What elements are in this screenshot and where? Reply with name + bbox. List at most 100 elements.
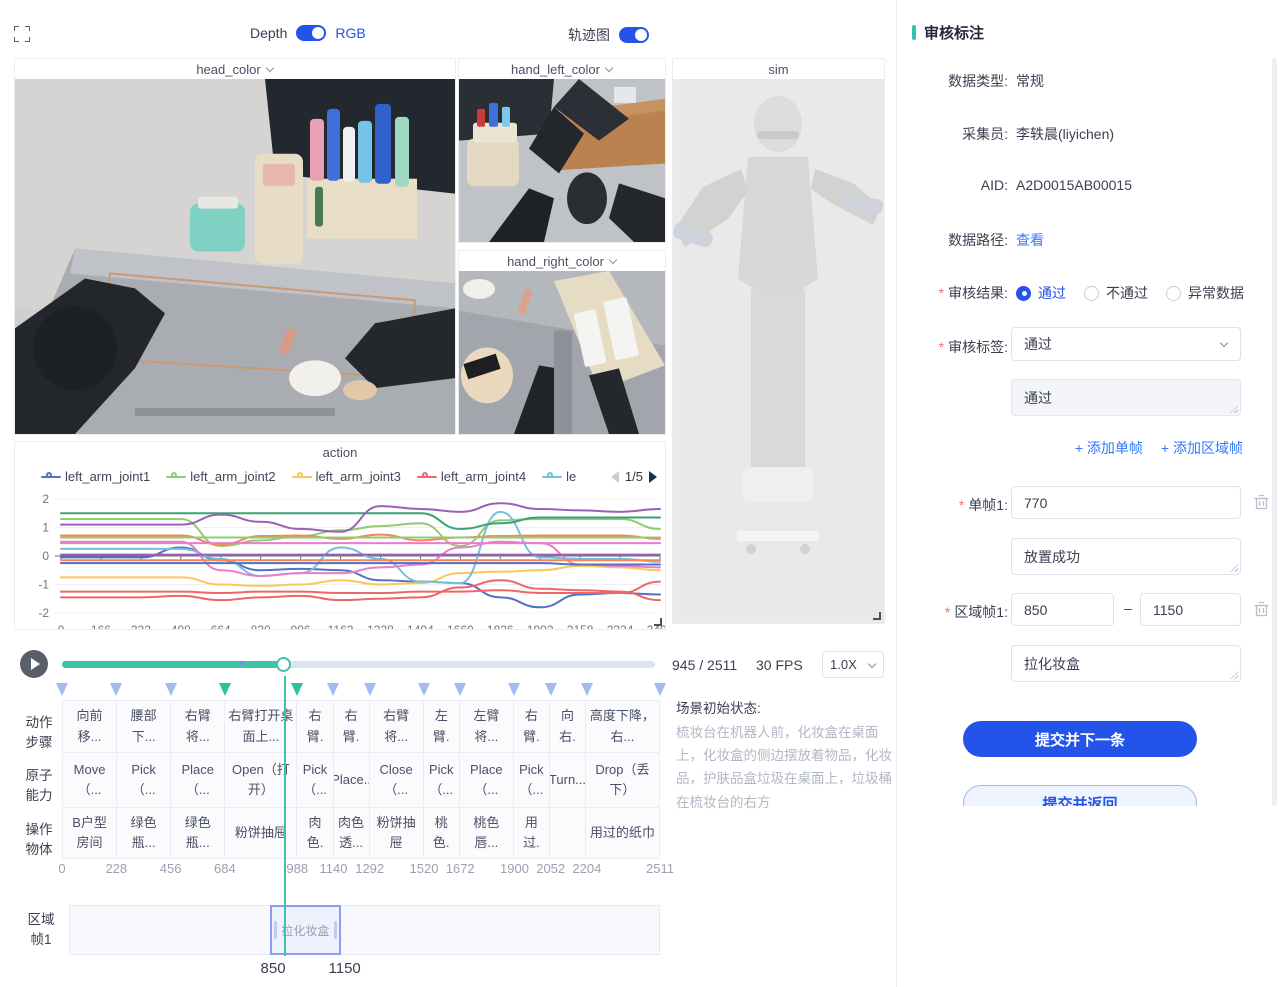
timeline-marker-684[interactable]: [219, 683, 231, 696]
legend-item-left_arm_joint1[interactable]: left_arm_joint1: [41, 469, 150, 484]
step-cell[interactable]: B户型房间: [63, 808, 117, 858]
data-path-view-link[interactable]: 查看: [1016, 230, 1044, 250]
single-frame-desc[interactable]: 放置成功: [1011, 538, 1241, 575]
axis-tick-label: 1520: [410, 861, 439, 876]
step-cell[interactable]: 粉饼抽屉: [225, 808, 297, 858]
timeline-marker-1520[interactable]: [418, 683, 430, 696]
trajectory-switch[interactable]: [619, 27, 649, 43]
play-button[interactable]: [20, 650, 48, 678]
step-cell[interactable]: Pick（...: [297, 753, 333, 807]
step-cell[interactable]: 高度下降，右...: [586, 701, 659, 752]
depth-rgb-switch[interactable]: [296, 25, 326, 41]
segment-right-handle[interactable]: [334, 921, 337, 939]
timeline-marker-2052[interactable]: [545, 683, 557, 696]
sim-resize-handle[interactable]: [873, 612, 881, 620]
legend-next-icon[interactable]: [649, 471, 657, 483]
step-cell[interactable]: Open（打开）: [225, 753, 297, 807]
region-segment[interactable]: 拉化妆盒: [270, 905, 341, 955]
playback-slider[interactable]: [62, 661, 655, 668]
step-cell[interactable]: 右臂.: [297, 701, 333, 752]
radio-abnormal[interactable]: 异常数据: [1166, 283, 1244, 303]
radio-fail[interactable]: 不通过: [1084, 283, 1148, 303]
region-frame-desc[interactable]: 拉化妆盒: [1011, 645, 1241, 682]
step-cell[interactable]: 向前移...: [63, 701, 117, 752]
step-cell[interactable]: Pick（...: [514, 753, 550, 807]
hand-left-camera-selector[interactable]: hand_left_color: [459, 59, 665, 79]
timeline-marker-988[interactable]: [291, 683, 303, 696]
legend-item-left_arm_joint3[interactable]: left_arm_joint3: [292, 469, 401, 484]
timeline-marker-228[interactable]: [110, 683, 122, 696]
step-cell[interactable]: Move（...: [63, 753, 117, 807]
speed-select[interactable]: 1.0X: [822, 651, 884, 678]
step-cell[interactable]: 左臂.: [424, 701, 460, 752]
add-single-frame-link[interactable]: + 添加单帧: [1075, 438, 1143, 458]
submit-next-button[interactable]: 提交并下一条: [963, 721, 1197, 757]
step-cell[interactable]: 肉色透...: [334, 808, 370, 858]
keyframe-dot[interactable]: [240, 661, 244, 665]
step-cell[interactable]: Pick（...: [424, 753, 460, 807]
single-frame-input[interactable]: 770: [1011, 486, 1241, 519]
step-cell[interactable]: 右臂将...: [171, 701, 225, 752]
radio-pass[interactable]: 通过: [1016, 283, 1066, 303]
chart-resize-handle[interactable]: [654, 618, 662, 626]
step-cell[interactable]: Place（...: [460, 753, 514, 807]
review-tag-select[interactable]: 通过: [1011, 327, 1241, 361]
radio-icon: [1166, 286, 1181, 301]
step-cell[interactable]: 左臂将...: [460, 701, 514, 752]
step-cell[interactable]: Place（...: [171, 753, 225, 807]
step-cell[interactable]: Pick（...: [117, 753, 171, 807]
trajectory-toggle-group: 轨迹图: [568, 25, 649, 45]
timeline-marker-1140[interactable]: [327, 683, 339, 696]
step-cell[interactable]: 腰部下...: [117, 701, 171, 752]
region-frame-bar[interactable]: 拉化妆盒: [69, 905, 660, 955]
timeline-marker-0[interactable]: [56, 683, 68, 696]
step-cell[interactable]: Close（...: [370, 753, 424, 807]
action-chart-plot[interactable]: 210-1-2016633249866483099611621328149416…: [15, 490, 665, 629]
delete-single-frame-icon[interactable]: [1254, 494, 1269, 510]
step-cell[interactable]: 向右.: [550, 701, 586, 752]
hand-right-camera-selector[interactable]: hand_right_color: [459, 251, 665, 271]
step-cell[interactable]: 右臂将...: [370, 701, 424, 752]
step-cell[interactable]: 右臂.: [514, 701, 550, 752]
step-cell[interactable]: 绿色瓶...: [171, 808, 225, 858]
region-start-label: 850: [261, 960, 286, 977]
step-cell[interactable]: Turn...: [550, 753, 586, 807]
step-cell[interactable]: [550, 808, 586, 858]
legend-prev-icon[interactable]: [611, 471, 619, 483]
timeline-marker-1292[interactable]: [364, 683, 376, 696]
segment-left-handle[interactable]: [274, 921, 277, 939]
step-cell[interactable]: 用过.: [514, 808, 550, 858]
add-region-frame-link[interactable]: + 添加区域帧: [1161, 438, 1243, 458]
fullscreen-icon[interactable]: [14, 26, 30, 42]
submit-back-button[interactable]: 提交并返回: [963, 785, 1197, 806]
step-cell[interactable]: Drop（丢下）: [586, 753, 659, 807]
delete-region-frame-icon[interactable]: [1254, 601, 1269, 617]
legend-item-left_arm_joint4[interactable]: left_arm_joint4: [417, 469, 526, 484]
region-end-input[interactable]: 1150: [1140, 593, 1241, 626]
timeline-marker-1672[interactable]: [454, 683, 466, 696]
step-cell[interactable]: Place..: [334, 753, 370, 807]
legend-item-le[interactable]: le: [542, 469, 576, 484]
step-cell[interactable]: 粉饼抽屉: [370, 808, 424, 858]
sim-viewport[interactable]: [673, 79, 884, 623]
timeline-marker-456[interactable]: [165, 683, 177, 696]
step-cell[interactable]: 绿色瓶...: [117, 808, 171, 858]
slider-thumb[interactable]: [276, 657, 291, 672]
panel-scrollbar[interactable]: [1272, 58, 1277, 806]
scene-state-text: 梳妆台在机器人前，化妆盒在桌面上，化妆盒的侧边摆放着物品，化妆品，护肤品盒垃圾在…: [676, 721, 894, 814]
step-cell[interactable]: 肉色.: [297, 808, 333, 858]
region-start-input[interactable]: 850: [1011, 593, 1114, 626]
step-cell[interactable]: 用过的纸巾: [586, 808, 659, 858]
step-cell[interactable]: 右臂.: [334, 701, 370, 752]
review-tag-note[interactable]: 通过: [1011, 379, 1241, 416]
legend-item-left_arm_joint2[interactable]: left_arm_joint2: [166, 469, 275, 484]
data-type-value: 常规: [1016, 71, 1044, 91]
timeline-marker-2511[interactable]: [654, 683, 666, 696]
step-cell[interactable]: 桃色.: [424, 808, 460, 858]
timeline-marker-1900[interactable]: [508, 683, 520, 696]
head-camera-selector[interactable]: head_color: [15, 59, 455, 79]
step-cell[interactable]: 桃色唇...: [460, 808, 514, 858]
axis-tick-label: 684: [214, 861, 236, 876]
timeline-marker-2204[interactable]: [581, 683, 593, 696]
step-cell[interactable]: 右臂打开桌面上...: [225, 701, 297, 752]
